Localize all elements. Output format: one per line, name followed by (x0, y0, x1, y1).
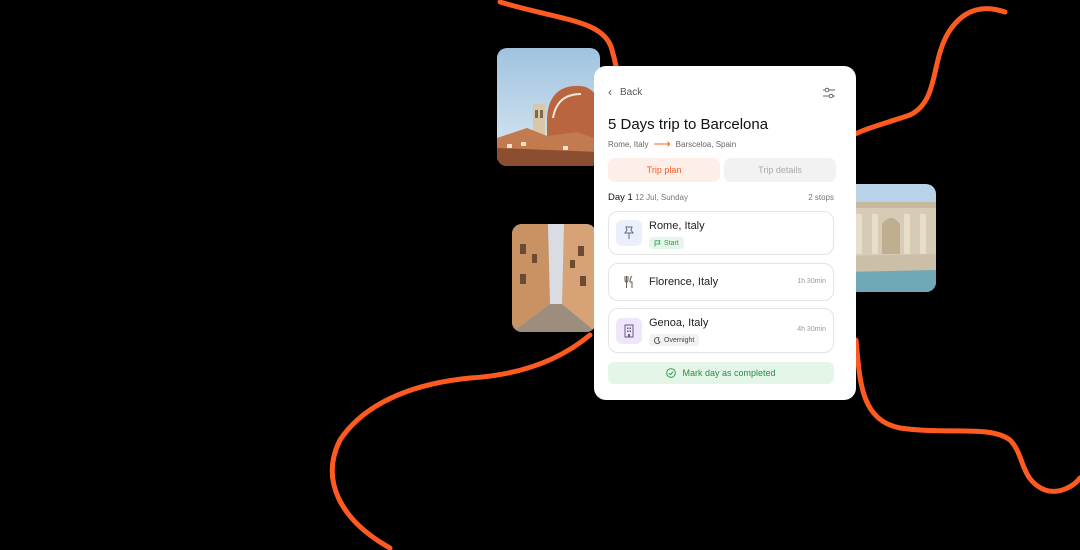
hotel-icon (616, 318, 642, 344)
day-header: Day 1 12 Jul, Sunday 2 stops (608, 192, 834, 204)
mark-day-completed-label: Mark day as completed (682, 368, 776, 378)
route-destination: Barsceloa, Spain (675, 139, 737, 149)
flag-icon (654, 239, 661, 246)
tab-trip-details[interactable]: Trip details (724, 158, 836, 182)
check-circle-icon (666, 368, 677, 378)
arrow-right-icon: ⟶ (653, 137, 671, 151)
trevi-fountain-photo (846, 184, 936, 292)
stop-duration: 4h 30min (797, 326, 826, 333)
stop-genoa[interactable]: Genoa, Italy Overnight 4h 30min (608, 308, 834, 353)
stage: ‹ Back 5 Days trip to Barcelona Rome, It… (0, 0, 1080, 550)
tab-bar: Trip plan Trip details (608, 158, 836, 182)
stop-name: Florence, Italy (649, 276, 719, 288)
sliders-icon[interactable] (822, 86, 836, 100)
trip-route: Rome, Italy ⟶ Barsceloa, Spain (608, 138, 736, 150)
trip-title: 5 Days trip to Barcelona (608, 116, 769, 133)
italian-street-photo (512, 224, 596, 332)
chevron-left-icon: ‹ (608, 85, 612, 99)
stop-duration: 1h 30min (797, 278, 826, 285)
stop-name: Rome, Italy (649, 220, 705, 232)
fork-knife-icon (616, 269, 642, 295)
mark-day-completed-button[interactable]: Mark day as completed (608, 362, 834, 384)
stop-rome[interactable]: Rome, Italy Start (608, 211, 834, 255)
moon-icon (654, 336, 661, 344)
florence-cathedral-photo (497, 48, 600, 166)
day-label: Day 1 (608, 192, 633, 203)
trip-card: ‹ Back 5 Days trip to Barcelona Rome, It… (594, 66, 856, 400)
start-badge: Start (649, 237, 684, 249)
overnight-badge-label: Overnight (664, 336, 695, 344)
top-bar: ‹ Back (608, 86, 842, 102)
back-label: Back (620, 86, 643, 98)
stop-count: 2 stops (808, 193, 834, 202)
pin-icon (616, 220, 642, 246)
start-badge-label: Start (664, 239, 679, 247)
tab-trip-plan[interactable]: Trip plan (608, 158, 720, 182)
stop-name: Genoa, Italy (649, 317, 709, 329)
stop-florence[interactable]: Florence, Italy 1h 30min (608, 263, 834, 301)
day-date: 12 Jul, Sunday (635, 193, 688, 202)
back-button[interactable]: ‹ Back (608, 86, 642, 98)
route-origin: Rome, Italy (608, 139, 649, 149)
overnight-badge: Overnight (649, 334, 700, 346)
